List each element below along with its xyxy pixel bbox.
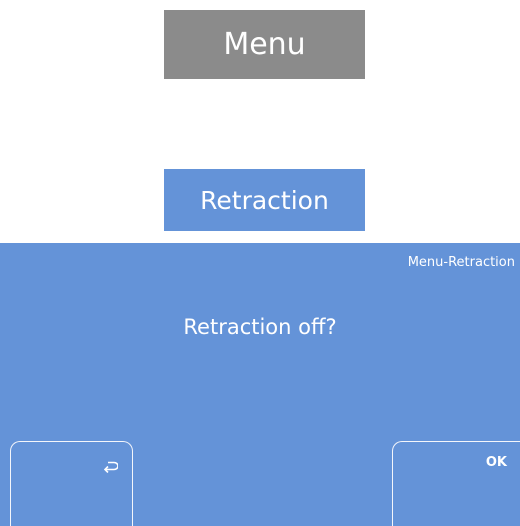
breadcrumb: Menu-Retraction	[407, 255, 515, 270]
menu-button-label: Menu	[223, 27, 306, 62]
menu-button[interactable]: Menu	[164, 10, 365, 79]
ok-button-label: OK	[485, 455, 507, 470]
back-button[interactable]	[10, 441, 133, 526]
retraction-dialog: Menu-Retraction Retraction off? OK	[0, 243, 520, 526]
ok-button[interactable]: OK	[392, 441, 520, 526]
retraction-button-label: Retraction	[200, 185, 329, 215]
retraction-button[interactable]: Retraction	[164, 169, 365, 231]
dialog-question: Retraction off?	[183, 315, 337, 339]
return-arrow-icon	[103, 458, 119, 477]
